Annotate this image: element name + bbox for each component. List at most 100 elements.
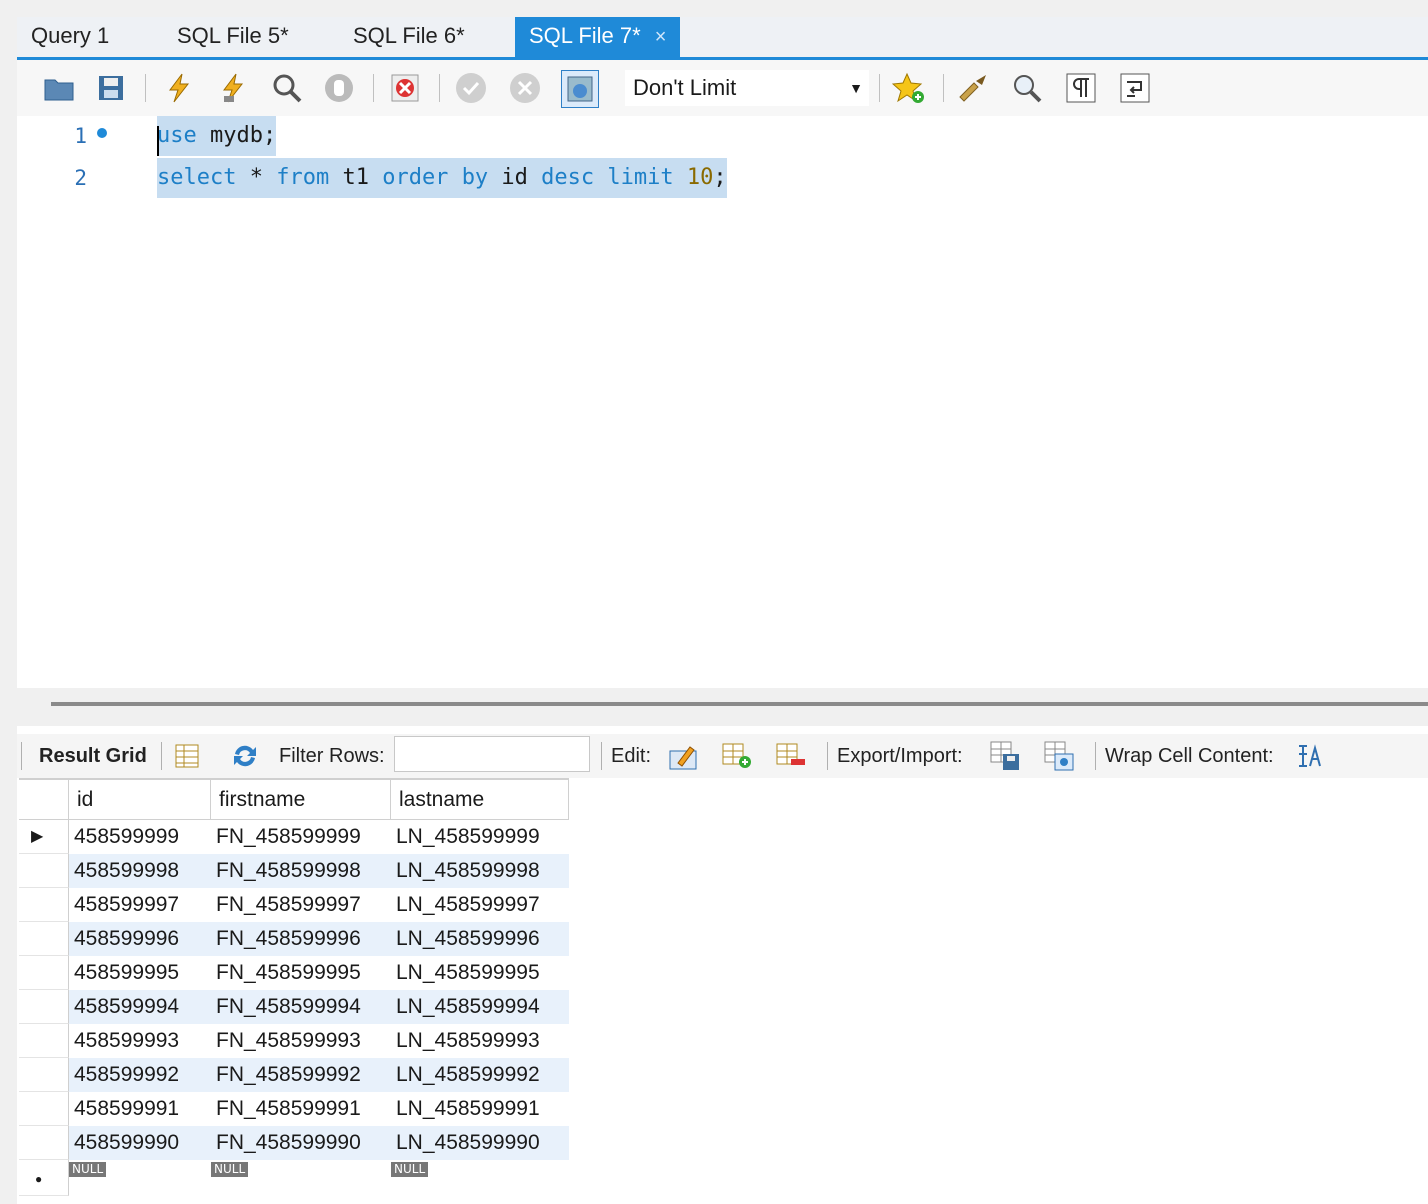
row-header[interactable] <box>19 1092 69 1126</box>
result-grid-tab[interactable]: Result Grid <box>39 734 147 778</box>
add-snippet-icon[interactable] <box>891 70 927 106</box>
table-cell[interactable]: LN_458599994 <box>391 990 569 1024</box>
table-cell[interactable]: LN_458599998 <box>391 854 569 888</box>
sql-editor[interactable]: 1 use mydb; 2 select * from t1 order by … <box>17 116 1428 688</box>
table-cell[interactable]: 458599999 <box>69 820 211 854</box>
table-cell[interactable]: LN_458599993 <box>391 1024 569 1058</box>
tab-sql-file-6[interactable]: SQL File 6* <box>353 17 465 57</box>
tab-label: SQL File 7* <box>529 23 641 48</box>
table-cell[interactable]: FN_458599999 <box>211 820 391 854</box>
limit-rows-select[interactable]: Don't Limit ▼ <box>625 70 869 106</box>
code-line[interactable]: select * from t1 order by id desc limit … <box>157 158 727 198</box>
execute-current-icon[interactable] <box>215 70 251 106</box>
import-icon[interactable] <box>1043 740 1075 772</box>
explain-icon[interactable] <box>269 70 305 106</box>
table-cell[interactable]: 458599997 <box>69 888 211 922</box>
table-cell[interactable]: 458599998 <box>69 854 211 888</box>
execute-icon[interactable] <box>161 70 197 106</box>
table-cell[interactable]: 458599995 <box>69 956 211 990</box>
table-cell[interactable]: 458599991 <box>69 1092 211 1126</box>
table-cell[interactable]: FN_458599997 <box>211 888 391 922</box>
wrap-cell-label: Wrap Cell Content: <box>1105 745 1274 767</box>
export-icon[interactable] <box>989 740 1021 772</box>
table-cell[interactable]: FN_458599990 <box>211 1126 391 1160</box>
tab-query-1[interactable]: Query 1 <box>31 17 109 57</box>
delete-row-icon[interactable] <box>775 740 807 772</box>
table-cell[interactable]: 458599992 <box>69 1058 211 1092</box>
table-cell[interactable]: LN_458599997 <box>391 888 569 922</box>
table-cell[interactable]: 458599994 <box>69 990 211 1024</box>
table-cell[interactable]: 458599996 <box>69 922 211 956</box>
column-header-lastname[interactable]: lastname <box>391 780 569 820</box>
tab-sql-file-7[interactable]: SQL File 7* × <box>515 17 681 57</box>
refresh-icon[interactable] <box>229 740 261 772</box>
edit-row-icon[interactable] <box>667 740 699 772</box>
splitter-handle[interactable] <box>51 702 1428 706</box>
new-row-header[interactable]: ● <box>19 1160 69 1196</box>
table-cell[interactable]: LN_458599991 <box>391 1092 569 1126</box>
table-cell[interactable]: LN_458599995 <box>391 956 569 990</box>
table-cell[interactable]: 458599993 <box>69 1024 211 1058</box>
toolbar-separator <box>943 74 944 102</box>
table-cell[interactable]: FN_458599994 <box>211 990 391 1024</box>
row-header-corner[interactable] <box>19 780 69 820</box>
table-cell[interactable]: LN_458599992 <box>391 1058 569 1092</box>
find-icon[interactable] <box>1009 70 1045 106</box>
null-badge[interactable]: NULL <box>69 1162 107 1177</box>
null-badge[interactable]: NULL <box>391 1162 429 1177</box>
current-row-icon: ▶ <box>31 828 44 845</box>
row-header[interactable] <box>19 956 69 990</box>
row-header[interactable] <box>19 1024 69 1058</box>
sql-text: id <box>488 165 542 190</box>
statement-marker-icon <box>97 128 107 138</box>
commit-icon[interactable] <box>453 70 489 106</box>
code-line[interactable]: use mydb; <box>157 116 277 156</box>
table-cell[interactable]: FN_458599993 <box>211 1024 391 1058</box>
row-header[interactable] <box>19 1058 69 1092</box>
wrap-icon[interactable] <box>1117 70 1153 106</box>
filter-rows-input[interactable] <box>394 736 590 772</box>
close-icon[interactable]: × <box>655 26 667 48</box>
open-folder-icon[interactable] <box>41 70 77 106</box>
row-header[interactable] <box>19 922 69 956</box>
tab-sql-file-5[interactable]: SQL File 5* <box>177 17 289 57</box>
table-cell[interactable]: FN_458599996 <box>211 922 391 956</box>
table-cell[interactable]: FN_458599995 <box>211 956 391 990</box>
null-badge[interactable]: NULL <box>211 1162 249 1177</box>
invisible-chars-icon[interactable] <box>1063 70 1099 106</box>
table-cell[interactable]: LN_458599990 <box>391 1126 569 1160</box>
table-cell[interactable]: LN_458599999 <box>391 820 569 854</box>
toggle-error-icon[interactable] <box>387 70 423 106</box>
table-cell[interactable]: FN_458599992 <box>211 1058 391 1092</box>
row-header[interactable] <box>19 990 69 1024</box>
table-cell[interactable]: FN_458599991 <box>211 1092 391 1126</box>
table-cell[interactable]: FN_458599998 <box>211 854 391 888</box>
sql-keyword: select <box>157 165 237 190</box>
form-view-icon[interactable] <box>171 740 203 772</box>
row-header[interactable] <box>19 888 69 922</box>
edit-label: Edit: <box>611 745 652 767</box>
autocommit-icon[interactable] <box>561 70 599 108</box>
row-header[interactable]: ▶ <box>19 820 69 854</box>
window-top-strip <box>0 0 1428 17</box>
insert-row-icon[interactable] <box>721 740 753 772</box>
row-header[interactable] <box>19 854 69 888</box>
editor-tab-bar: Query 1 SQL File 5* SQL File 6* SQL File… <box>17 17 1428 60</box>
panel-splitter[interactable] <box>17 688 1428 726</box>
sql-text: ; <box>713 165 727 190</box>
wrap-cell-icon[interactable] <box>1293 740 1325 772</box>
sql-keyword: use <box>157 123 197 148</box>
save-icon[interactable] <box>93 70 129 106</box>
toolbar-separator <box>145 74 146 102</box>
rollback-icon[interactable] <box>507 70 543 106</box>
column-header-firstname[interactable]: firstname <box>211 780 391 820</box>
beautify-icon[interactable] <box>955 70 991 106</box>
stop-icon[interactable] <box>321 70 357 106</box>
column-header-id[interactable]: id <box>69 780 211 820</box>
table-cell[interactable]: LN_458599996 <box>391 922 569 956</box>
table-cell[interactable]: 458599990 <box>69 1126 211 1160</box>
row-header[interactable] <box>19 1126 69 1160</box>
result-toolbar: Result Grid Filter Rows: Edit: Export/Im… <box>17 734 1428 778</box>
